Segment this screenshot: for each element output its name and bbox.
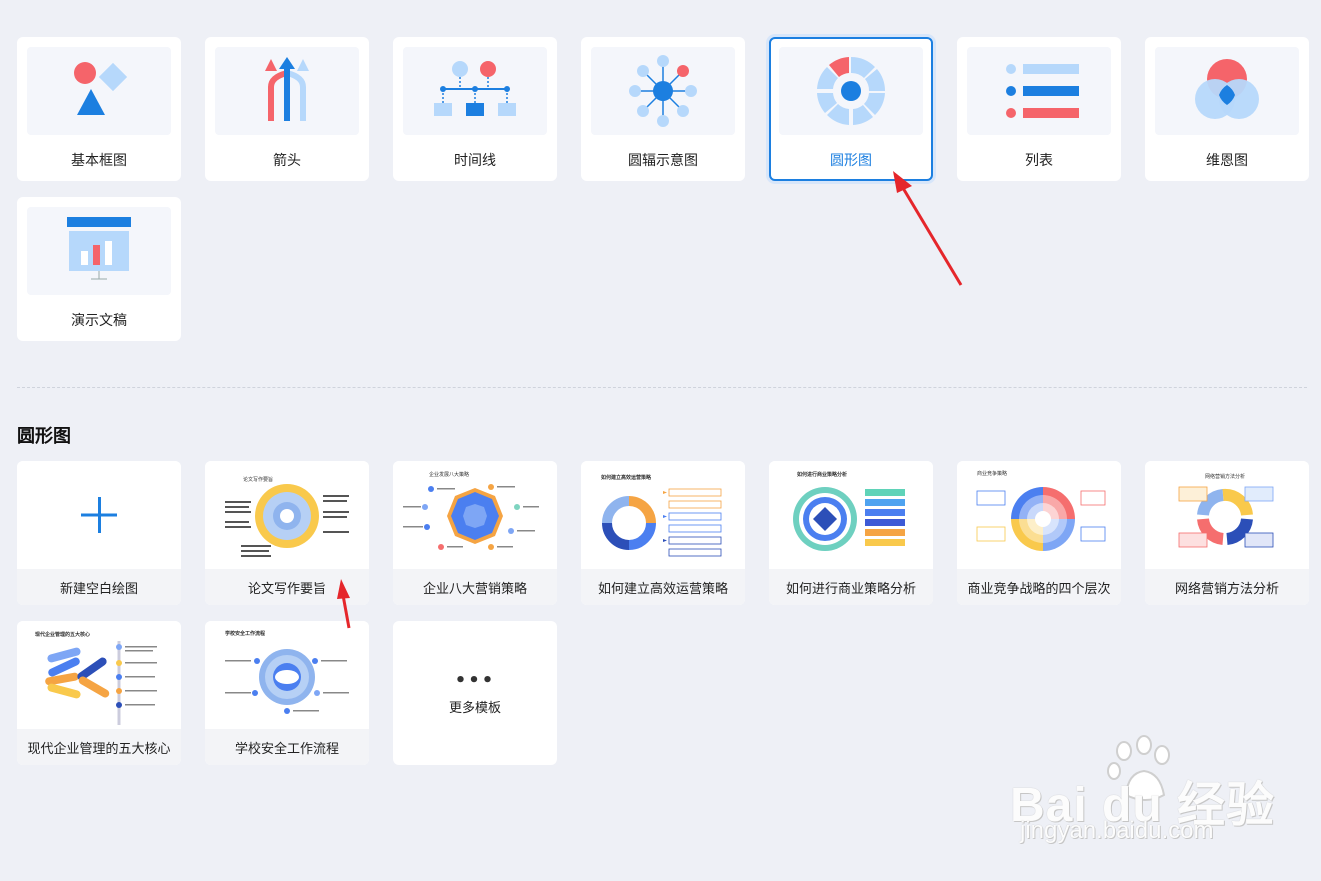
template-card[interactable]: 如何进行商业策略分析 如何进行商业策略分析 — [769, 461, 933, 605]
section-title: 圆形图 — [17, 426, 71, 447]
template-thumbnail: 论文写作要旨 — [205, 461, 369, 569]
baidu-jingyan-watermark: Bai du 经验 jingyan.baidu.com — [1010, 735, 1310, 855]
template-thumbnail: 如何进行商业策略分析 — [769, 461, 933, 569]
category-label: 箭头 — [273, 153, 301, 169]
timeline-icon — [403, 47, 547, 135]
template-thumbnail: 现代企业管理的五大核心 — [17, 621, 181, 729]
template-card[interactable]: 商业竞争策略 商业竞争战略的四个层次 — [957, 461, 1121, 605]
arrows-icon — [215, 47, 359, 135]
category-label: 圆辐示意图 — [628, 153, 698, 169]
list-icon — [967, 47, 1111, 135]
category-basic-shapes[interactable]: 基本框图 — [17, 37, 181, 181]
template-thumbnail: 企业发展八大策略 — [393, 461, 557, 569]
thumb-title: 网络营销方法分析 — [1205, 473, 1245, 480]
template-label: 现代企业管理的五大核心 — [17, 729, 181, 765]
template-label: 商业竞争战略的四个层次 — [957, 569, 1121, 605]
thumb-title: 学校安全工作流程 — [225, 630, 265, 637]
thumb-title: 现代企业管理的五大核心 — [35, 631, 90, 638]
template-label: 如何进行商业策略分析 — [769, 569, 933, 605]
template-thumbnail: 如何建立高效运营策略 — [581, 461, 745, 569]
category-circle-chart[interactable]: 圆形图 — [769, 37, 933, 181]
template-label: 企业八大营销策略 — [393, 569, 557, 605]
template-card[interactable]: 网络营销方法分析 网络营销方法分析 — [1145, 461, 1309, 605]
category-timeline[interactable]: 时间线 — [393, 37, 557, 181]
template-card[interactable]: 学校安全工作流程 学校安全工作流程 — [205, 621, 369, 765]
template-label: 网络营销方法分析 — [1145, 569, 1309, 605]
plus-icon — [17, 461, 181, 569]
radial-icon — [591, 47, 735, 135]
watermark-sub: jingyan.baidu.com — [1020, 817, 1214, 844]
thumb-title: 如何建立高效运营策略 — [601, 474, 652, 481]
venn-icon — [1155, 47, 1299, 135]
basic-shapes-icon — [27, 47, 171, 135]
template-card[interactable]: 论文写作要旨 论文写作要旨 — [205, 461, 369, 605]
category-presentation[interactable]: 演示文稿 — [17, 197, 181, 341]
template-label: 学校安全工作流程 — [205, 729, 369, 765]
template-label: 新建空白绘图 — [17, 569, 181, 605]
thumb-title: 论文写作要旨 — [243, 476, 273, 483]
template-card[interactable]: 如何建立高效运营策略 如何建立高效运营策略 — [581, 461, 745, 605]
category-label: 基本框图 — [71, 153, 127, 169]
category-label: 列表 — [1025, 153, 1053, 169]
template-new-blank[interactable]: 新建空白绘图 — [17, 461, 181, 605]
category-label: 演示文稿 — [71, 313, 127, 329]
template-thumbnail: 学校安全工作流程 — [205, 621, 369, 729]
template-thumbnail: 商业竞争策略 — [957, 461, 1121, 569]
presentation-icon — [27, 207, 171, 295]
category-label: 时间线 — [454, 153, 496, 169]
template-label: 如何建立高效运营策略 — [581, 569, 745, 605]
template-card[interactable]: 现代企业管理的五大核心 现代企业管理的五大核心 — [17, 621, 181, 765]
category-arrows[interactable]: 箭头 — [205, 37, 369, 181]
more-templates-label: 更多模板 — [448, 701, 501, 716]
more-templates-button[interactable]: ••• 更多模板 — [393, 621, 557, 765]
category-label: 圆形图 — [830, 153, 872, 169]
circle-chart-icon — [779, 47, 923, 135]
category-label: 维恩图 — [1206, 153, 1248, 169]
template-card[interactable]: 企业发展八大策略 企业八大营销策略 — [393, 461, 557, 605]
category-radial[interactable]: 圆辐示意图 — [581, 37, 745, 181]
section-divider — [17, 387, 1307, 388]
category-venn[interactable]: 维恩图 — [1145, 37, 1309, 181]
thumb-title: 如何进行商业策略分析 — [797, 471, 847, 478]
category-list[interactable]: 列表 — [957, 37, 1121, 181]
thumb-title: 商业竞争策略 — [977, 470, 1007, 477]
more-dots-icon: ••• — [454, 670, 496, 691]
thumb-title: 企业发展八大策略 — [429, 471, 469, 478]
annotation-arrow-line — [901, 187, 963, 286]
template-label: 论文写作要旨 — [205, 569, 369, 605]
template-thumbnail: 网络营销方法分析 — [1145, 461, 1309, 569]
